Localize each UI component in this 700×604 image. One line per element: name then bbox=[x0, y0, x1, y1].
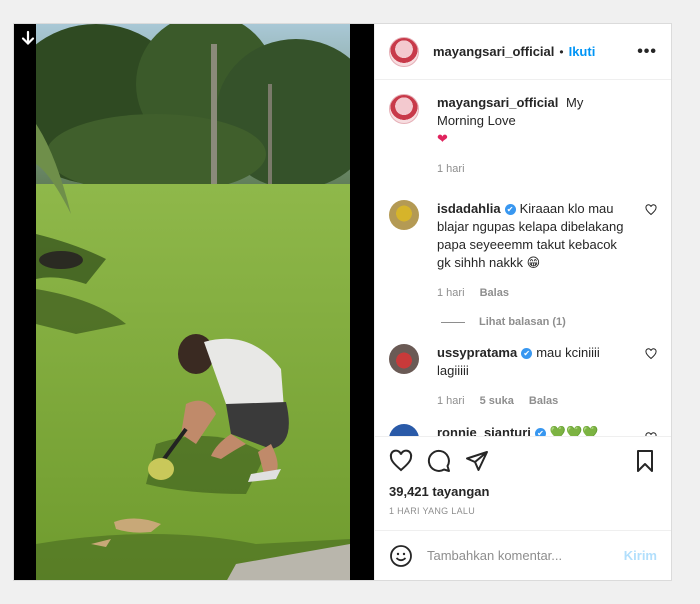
comment-text: 💚💚💚 bbox=[549, 425, 599, 436]
author-avatar[interactable] bbox=[389, 36, 419, 67]
caption-body: mayangsari_official My Morning Love ❤ 1 … bbox=[437, 94, 657, 192]
comment-item: ussypratama ✔ mau kciniiii lagiiiii 1 hari… bbox=[389, 344, 657, 410]
caption-time: 1 hari bbox=[437, 163, 465, 175]
view-replies-button[interactable]: Lihat balasan (1) bbox=[441, 316, 657, 328]
post-comment-button[interactable]: Kirim bbox=[624, 548, 657, 563]
heart-icon[interactable] bbox=[645, 432, 657, 436]
replies-line bbox=[441, 321, 465, 323]
comment-username[interactable]: ussypratama bbox=[437, 345, 517, 360]
garden-scene-image bbox=[36, 24, 350, 580]
paper-plane-icon[interactable] bbox=[465, 449, 489, 473]
reply-button[interactable]: Balas bbox=[529, 395, 558, 407]
reply-button[interactable]: Balas bbox=[480, 287, 509, 299]
view-replies-label: Lihat balasan (1) bbox=[479, 316, 566, 328]
verified-badge-icon: ✔ bbox=[504, 204, 516, 216]
post-date: 1 HARI YANG LALU bbox=[389, 506, 475, 516]
separator-dot: • bbox=[559, 44, 564, 59]
heart-icon[interactable] bbox=[389, 449, 413, 473]
post-actions bbox=[375, 436, 671, 484]
heart-icon[interactable] bbox=[645, 204, 657, 216]
arrow-down-icon[interactable] bbox=[20, 30, 36, 46]
commenter-avatar[interactable] bbox=[389, 200, 419, 230]
comment-input[interactable]: Tambahkan komentar... bbox=[427, 548, 624, 563]
comment-item: ronnie_sianturi ✔ 💚💚💚 bbox=[389, 424, 657, 436]
caption-username[interactable]: mayangsari_official bbox=[437, 95, 558, 110]
likes-count[interactable]: 5 suka bbox=[480, 395, 514, 407]
verified-badge-icon: ✔ bbox=[534, 428, 546, 436]
comment-body: isdadahlia ✔ Kiraaan klo mau blajar ngupas… bbox=[437, 200, 657, 302]
caption: mayangsari_official My Morning Love ❤ 1 … bbox=[389, 94, 657, 192]
comment-username[interactable]: ronnie_sianturi bbox=[437, 425, 531, 436]
add-comment-bar: Tambahkan komentar... Kirim bbox=[375, 530, 671, 580]
bookmark-icon[interactable] bbox=[633, 449, 657, 473]
verified-badge-icon: ✔ bbox=[521, 348, 533, 360]
post-dialog: mayangsari_official • Ikuti ••• mayangsa… bbox=[13, 23, 672, 581]
comments-list[interactable]: mayangsari_official My Morning Love ❤ 1 … bbox=[375, 80, 671, 436]
heart-icon[interactable] bbox=[645, 348, 657, 360]
post-sidebar: mayangsari_official • Ikuti ••• mayangsa… bbox=[374, 24, 671, 580]
comment-time[interactable]: 1 hari bbox=[437, 287, 465, 299]
heart-emoji: ❤ bbox=[437, 131, 448, 146]
comment-bubble-icon[interactable] bbox=[427, 449, 451, 473]
post-video[interactable] bbox=[14, 24, 374, 580]
comment-item: isdadahlia ✔ Kiraaan klo mau blajar ngupas… bbox=[389, 200, 657, 302]
author-username[interactable]: mayangsari_official bbox=[433, 44, 554, 59]
comment-body: ussypratama ✔ mau kciniiii lagiiiii 1 hari… bbox=[437, 344, 657, 410]
more-options-icon[interactable]: ••• bbox=[637, 43, 657, 61]
comment-body: ronnie_sianturi ✔ 💚💚💚 bbox=[437, 424, 657, 436]
comment-username[interactable]: isdadahlia bbox=[437, 201, 501, 216]
post-header: mayangsari_official • Ikuti ••• bbox=[375, 24, 671, 80]
author-avatar[interactable] bbox=[389, 94, 419, 124]
follow-button[interactable]: Ikuti bbox=[569, 44, 596, 59]
video-frame bbox=[36, 24, 350, 580]
commenter-avatar[interactable] bbox=[389, 424, 419, 436]
commenter-avatar[interactable] bbox=[389, 344, 419, 374]
views-count[interactable]: 39,421 tayangan bbox=[375, 484, 671, 502]
comment-time[interactable]: 1 hari bbox=[437, 395, 465, 407]
smiley-icon[interactable] bbox=[389, 544, 413, 568]
